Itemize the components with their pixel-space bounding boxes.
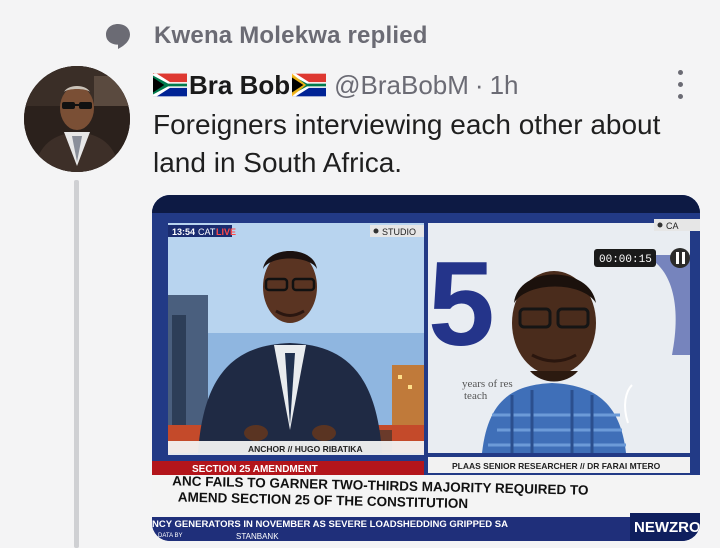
video-timer: 00:00:15 xyxy=(599,254,652,266)
studio-label: STUDIO xyxy=(382,227,416,237)
location-pin-icon xyxy=(373,228,379,234)
more-options-icon[interactable] xyxy=(670,68,690,102)
timezone-label: CAT xyxy=(198,227,216,237)
channel-logo: NEWZRO xyxy=(634,519,700,536)
backdrop-text: years of res xyxy=(462,378,513,390)
right-location-label: CA xyxy=(666,221,679,231)
ticker-bottom: STANBANK xyxy=(236,532,279,541)
anchor-panel: 13:54 CAT LIVE STUDIO xyxy=(168,223,424,453)
live-label: LIVE xyxy=(216,227,236,237)
author-handle[interactable]: @BraBobM xyxy=(334,70,469,101)
news-ticker: NCY GENERATORS IN NOVEMBER AS SEVERE LOA… xyxy=(152,519,508,530)
south-africa-flag-icon xyxy=(153,73,187,97)
guest-caption: PLAAS SENIOR RESEARCHER // DR FARAI MTER… xyxy=(452,461,661,471)
anchor-caption: ANCHOR // HUGO RIBATIKA xyxy=(248,444,363,454)
backdrop-text-2: teach xyxy=(464,390,488,402)
author-name[interactable]: Bra Bob xyxy=(189,70,290,101)
tweet-text: Foreigners interviewing each other about… xyxy=(153,109,661,178)
backdrop-number: 5 xyxy=(428,237,495,371)
avatar[interactable] xyxy=(24,66,130,172)
tweet-timestamp[interactable]: 1h xyxy=(490,70,519,101)
clock-label: 13:54 xyxy=(172,227,195,237)
guest-panel: 5 years of res teach 00:00:15 CA xyxy=(428,219,700,453)
ticker-data-by: DATA BY xyxy=(158,533,182,539)
header-separator: · xyxy=(474,69,484,100)
reply-context-text: Kwena Molekwa replied xyxy=(154,22,428,49)
tweet-header: Bra Bob @BraBobM · 1h xyxy=(153,68,519,102)
thread-line xyxy=(74,180,79,548)
comment-bubble-icon xyxy=(106,24,130,49)
tweet-media-image[interactable]: 13:54 CAT LIVE STUDIO 5 years of res tea… xyxy=(152,195,700,541)
reply-context[interactable]: Kwena Molekwa replied xyxy=(104,20,428,52)
south-africa-flag-icon xyxy=(292,73,327,97)
location-pin-icon xyxy=(657,222,663,228)
